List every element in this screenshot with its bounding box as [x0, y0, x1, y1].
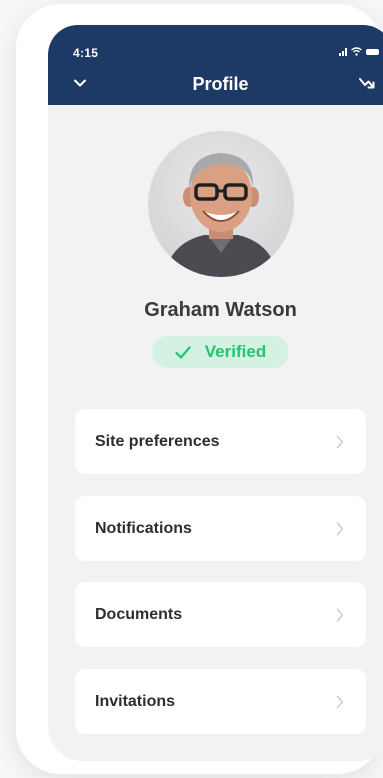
- avatar-photo: [164, 153, 278, 277]
- signal-icon: [339, 47, 347, 56]
- wifi-icon: [351, 47, 362, 56]
- status-time: 4:15: [73, 46, 99, 60]
- chevron-right-icon: [336, 695, 346, 709]
- user-name: Graham Watson: [144, 299, 297, 321]
- page-title: Profile: [192, 74, 249, 94]
- header-bar: 4:15 Profile: [48, 25, 383, 105]
- battery-icon: [366, 48, 379, 55]
- app-screen: 4:15 Profile Graham Watson Verified Site…: [48, 25, 383, 761]
- avatar: [148, 131, 294, 277]
- verified-label: Verified: [204, 342, 267, 361]
- phone-frame: 4:15 Profile Graham Watson Verified Site…: [16, 4, 383, 774]
- chevron-right-icon: [336, 435, 346, 449]
- chevron-right-icon: [336, 608, 346, 622]
- menu-item-label: Invitations: [95, 692, 176, 710]
- menu-item-site-preferences[interactable]: Site preferences: [75, 409, 366, 474]
- verified-badge: Verified: [152, 336, 289, 368]
- checkmark-icon: [175, 345, 191, 359]
- menu-item-label: Notifications: [95, 519, 192, 537]
- arrow-trend-icon: [359, 78, 375, 89]
- menu-item-label: Documents: [95, 605, 183, 623]
- menu-item-invitations[interactable]: Invitations: [75, 669, 366, 734]
- menu-item-label: Site preferences: [95, 432, 220, 450]
- chevron-right-icon: [336, 522, 346, 536]
- trend-button[interactable]: [355, 71, 379, 95]
- menu-item-notifications[interactable]: Notifications: [75, 496, 366, 561]
- menu-item-documents[interactable]: Documents: [75, 582, 366, 647]
- status-icons: [339, 47, 379, 56]
